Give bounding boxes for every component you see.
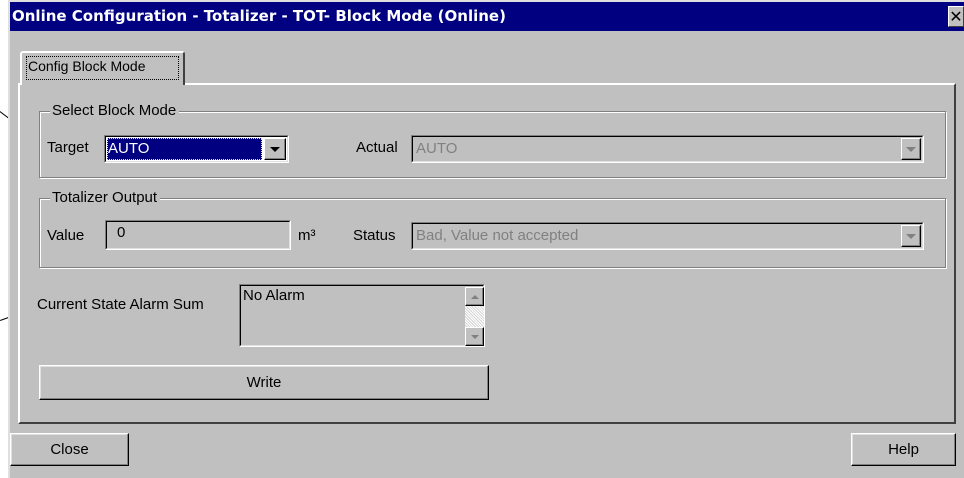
scroll-down-button[interactable]	[465, 327, 484, 346]
alarm-scrollbar[interactable]	[465, 287, 484, 346]
chevron-down-icon	[906, 146, 916, 152]
status-select: Bad, Value not accepted	[411, 222, 924, 250]
alarm-textbox: No Alarm	[239, 284, 485, 347]
value-text: 0	[117, 224, 126, 241]
write-button-label: Write	[246, 374, 282, 391]
scroll-down-icon	[470, 334, 479, 339]
actual-label: Actual	[356, 139, 398, 156]
value-field-bevel	[106, 221, 290, 249]
target-select[interactable]: AUTO	[104, 135, 289, 163]
help-button-label: Help	[888, 441, 919, 458]
actual-value: AUTO	[416, 140, 458, 157]
tab-label: Config Block Mode	[28, 58, 146, 74]
status-label: Status	[353, 227, 396, 244]
actual-select-bevel	[412, 136, 923, 162]
target-focus-rect	[107, 138, 262, 160]
alarm-label: Current State Alarm Sum	[37, 296, 204, 313]
value-field: 0	[105, 220, 291, 250]
unit-label: m³	[298, 227, 316, 244]
window-title: Online Configuration - Totalizer - TOT- …	[12, 7, 506, 25]
target-label: Target	[47, 139, 89, 156]
actual-dropdown-button	[901, 138, 921, 160]
tab-config-block-mode[interactable]: Config Block Mode	[20, 51, 185, 85]
dialog-window: Online Configuration - Totalizer - TOT- …	[8, 0, 964, 478]
close-icon[interactable]: ✕	[948, 6, 964, 27]
select-block-mode-legend: Select Block Mode	[50, 102, 180, 120]
status-value: Bad, Value not accepted	[416, 227, 579, 244]
close-button[interactable]: Close	[10, 433, 129, 466]
scroll-up-button[interactable]	[465, 287, 484, 306]
scroll-track[interactable]	[465, 306, 484, 327]
target-select-value: AUTO	[107, 138, 262, 160]
title-bar: Online Configuration - Totalizer - TOT- …	[10, 2, 964, 31]
totalizer-output-legend: Totalizer Output	[50, 189, 161, 207]
target-dropdown-button[interactable]	[264, 138, 286, 160]
help-button[interactable]: Help	[851, 433, 956, 466]
chevron-down-icon	[906, 233, 916, 239]
chevron-down-icon	[270, 146, 280, 152]
tab-panel: Select Block Mode Target AUTO Actual AUT…	[18, 83, 956, 424]
close-button-label: Close	[50, 441, 89, 458]
write-button[interactable]: Write	[39, 365, 489, 400]
scroll-up-icon	[470, 294, 479, 299]
actual-select: AUTO	[411, 135, 924, 163]
status-dropdown-button	[901, 225, 921, 247]
value-label: Value	[47, 227, 85, 244]
alarm-value: No Alarm	[243, 287, 305, 304]
